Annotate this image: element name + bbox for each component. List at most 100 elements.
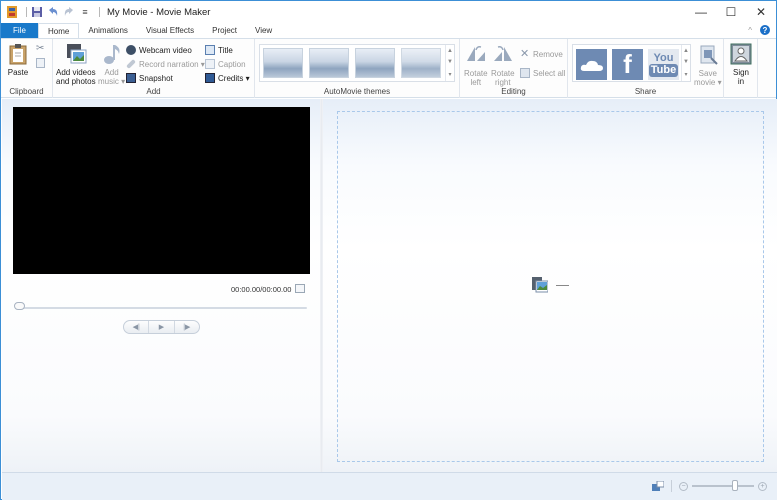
facebook-button[interactable]: f (612, 49, 643, 80)
add-music-label-2: music ▾ (98, 77, 126, 86)
share-down-icon[interactable]: ▼ (683, 59, 689, 65)
user-icon (730, 43, 752, 65)
rotate-right-label-1: Rotate (491, 69, 515, 78)
play-button[interactable]: ▶ (149, 321, 175, 333)
seek-bar[interactable] (16, 307, 307, 309)
help-icon[interactable]: ? (760, 25, 770, 35)
add-music-button[interactable]: Add music ▾ (98, 43, 125, 86)
tab-view[interactable]: View (246, 23, 281, 38)
add-videos-photos-icon (66, 44, 87, 64)
fullscreen-preview-icon[interactable] (295, 284, 305, 293)
share-gallery: f You Tube ▲ ▼ ▾ (572, 44, 691, 82)
rotate-left-button[interactable]: Rotate left (464, 44, 488, 87)
gallery-up-icon[interactable]: ▲ (447, 48, 453, 54)
share-more-icon[interactable]: ▾ (684, 71, 687, 78)
rotate-left-label-2: left (470, 78, 482, 87)
title-button[interactable]: Title (205, 44, 233, 56)
zoom-out-button[interactable]: − (679, 481, 688, 491)
seek-handle[interactable] (14, 302, 25, 310)
sign-in-label-1: Sign (732, 68, 749, 77)
save-movie-label-2: movie ▾ (694, 78, 722, 87)
undo-icon[interactable] (47, 6, 59, 18)
editing-group-label: Editing (501, 87, 526, 96)
snapshot-button[interactable]: Snapshot (126, 72, 173, 84)
paste-icon (9, 44, 27, 65)
select-all-label: Select all (533, 68, 566, 78)
storyboard-drop-area[interactable] (337, 111, 764, 462)
share-group-label: Share (634, 87, 657, 96)
theme-thumbnail[interactable] (263, 48, 303, 78)
title-label: Title (218, 45, 233, 55)
thumbnail-size-icon[interactable] (652, 481, 664, 491)
maximize-button[interactable]: ☐ (716, 1, 746, 23)
add-media-icon[interactable] (532, 277, 548, 293)
redo-icon[interactable] (63, 6, 75, 18)
add-videos-label-2: and photos (56, 77, 96, 86)
pane-splitter[interactable] (320, 99, 323, 472)
save-movie-button[interactable]: Save movie ▾ (694, 44, 722, 87)
add-group: Add videos and photos Add music ▾ Webcam… (53, 39, 255, 98)
gallery-down-icon[interactable]: ▼ (447, 59, 453, 65)
gallery-scrollbar[interactable]: ▲ ▼ ▾ (445, 45, 454, 81)
remove-x-icon: ✕ (520, 48, 530, 60)
zoom-slider-handle[interactable] (732, 480, 739, 491)
share-up-icon[interactable]: ▲ (683, 48, 689, 54)
remove-label: Remove (533, 49, 563, 59)
caption-button[interactable]: Caption (205, 58, 246, 70)
previous-frame-button[interactable]: ◀| (124, 321, 150, 333)
next-frame-button[interactable]: |▶ (175, 321, 199, 333)
caption-icon (205, 59, 215, 69)
gallery-more-icon[interactable]: ▾ (448, 71, 451, 78)
copy-icon[interactable] (36, 58, 45, 68)
onedrive-icon (580, 60, 603, 71)
tab-animations[interactable]: Animations (79, 23, 137, 38)
main-area: 00:00.00/00:00.00 ◀| ▶ |▶ (2, 99, 777, 472)
clipboard-group: Paste ✂ Clipboard (1, 39, 53, 98)
ribbon-tabs: File Home Animations Visual Effects Proj… (1, 23, 776, 38)
webcam-video-button[interactable]: Webcam video (126, 44, 192, 56)
separator (671, 480, 672, 492)
select-all-button[interactable]: Select all (520, 67, 565, 79)
share-gallery-scrollbar[interactable]: ▲ ▼ ▾ (681, 45, 690, 81)
signin-group: Sign in (724, 39, 758, 98)
separator (99, 7, 100, 17)
credits-button[interactable]: Credits ▾ (205, 72, 250, 84)
paste-label: Paste (7, 68, 29, 77)
status-bar: − + (2, 472, 777, 500)
window-controls: — ☐ ✕ (686, 1, 776, 23)
rotate-left-icon (466, 46, 485, 61)
sign-in-button[interactable]: Sign in (730, 43, 752, 86)
tab-visual-effects[interactable]: Visual Effects (137, 23, 203, 38)
rotate-right-button[interactable]: Rotate right (491, 44, 515, 87)
cut-icon[interactable]: ✂ (36, 43, 44, 54)
youtube-button[interactable]: You Tube (648, 49, 679, 80)
app-icon[interactable] (6, 6, 18, 18)
paste-button[interactable]: Paste (7, 43, 29, 77)
sign-in-label-2: in (737, 77, 745, 86)
record-narration-button[interactable]: Record narration ▾ (126, 58, 205, 70)
video-preview[interactable] (13, 107, 310, 274)
remove-button[interactable]: ✕ Remove (520, 48, 563, 60)
minimize-button[interactable]: — (686, 1, 716, 23)
add-videos-photos-button[interactable]: Add videos and photos (56, 43, 96, 86)
automovie-themes-group: ▲ ▼ ▾ AutoMovie themes (255, 39, 460, 98)
customize-qat-icon[interactable]: ≡ (79, 6, 91, 18)
save-icon[interactable] (31, 6, 43, 18)
theme-thumbnail[interactable] (355, 48, 395, 78)
snapshot-label: Snapshot (139, 73, 173, 83)
zoom-in-button[interactable]: + (758, 481, 767, 491)
tab-home[interactable]: Home (38, 23, 80, 38)
window-title: My Movie - Movie Maker (107, 6, 211, 18)
quick-access-toolbar: ≡ My Movie - Movie Maker (1, 1, 210, 23)
collapse-ribbon-icon[interactable]: ^ (748, 26, 752, 35)
add-videos-label-1: Add videos (56, 68, 96, 77)
close-button[interactable]: ✕ (746, 1, 776, 23)
theme-thumbnail[interactable] (309, 48, 349, 78)
tab-project[interactable]: Project (203, 23, 246, 38)
theme-thumbnail[interactable] (401, 48, 441, 78)
tab-file[interactable]: File (1, 23, 38, 38)
onedrive-button[interactable] (576, 49, 607, 80)
zoom-slider[interactable] (692, 480, 754, 491)
rotate-right-icon (493, 46, 512, 61)
storyboard-placeholder-line (556, 285, 569, 286)
